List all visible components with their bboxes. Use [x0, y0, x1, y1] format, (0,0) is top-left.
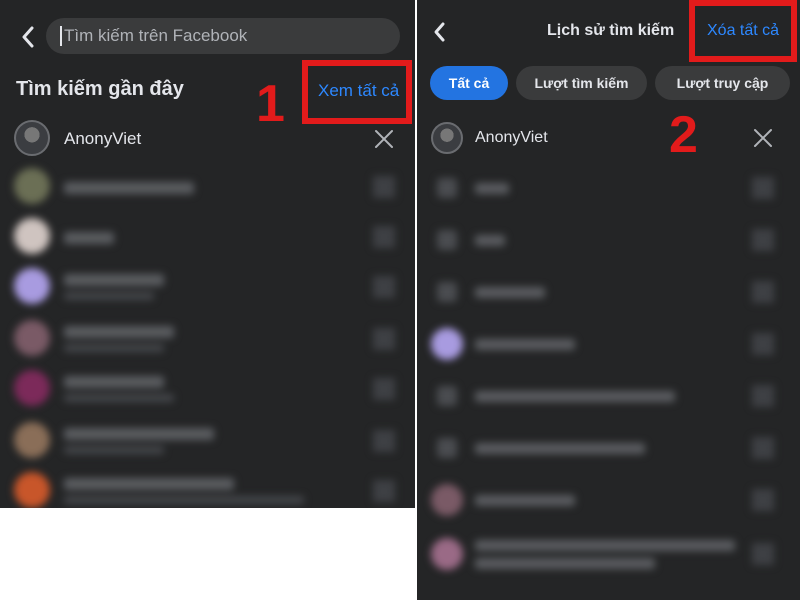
page-title: Lịch sử tìm kiếm	[547, 22, 675, 39]
redacted-text	[64, 428, 214, 440]
close-icon[interactable]	[373, 378, 395, 400]
item-name: AnonyViet	[64, 129, 142, 148]
list-item[interactable]	[417, 370, 800, 422]
back-arrow-icon[interactable]	[16, 25, 40, 49]
avatar	[14, 120, 50, 156]
list-item[interactable]	[417, 528, 800, 580]
avatar	[14, 320, 50, 356]
avatar	[431, 538, 463, 570]
redacted-text	[64, 376, 164, 388]
highlight-box	[302, 60, 412, 124]
close-icon[interactable]	[373, 480, 395, 502]
redacted-subtext	[64, 446, 164, 454]
item-name: AnonyViet	[475, 129, 548, 146]
filter-chip-all[interactable]: Tất cả	[430, 66, 508, 100]
list-item[interactable]	[417, 162, 800, 214]
list-item[interactable]	[0, 160, 415, 212]
avatar	[14, 268, 50, 304]
avatar	[431, 328, 463, 360]
back-arrow-icon[interactable]	[427, 20, 451, 44]
search-placeholder: Tìm kiếm trên Facebook	[64, 26, 248, 45]
search-icon	[437, 178, 457, 198]
list-item[interactable]	[417, 318, 800, 370]
close-icon[interactable]	[752, 489, 774, 511]
redacted-subtext	[64, 496, 304, 504]
search-history-panel: Lịch sử tìm kiếm Xóa tất cả Tất cả Lượt …	[417, 0, 800, 600]
avatar	[14, 218, 50, 254]
close-icon[interactable]	[752, 543, 774, 565]
recent-searches-panel: Tìm kiếm trên Facebook Tìm kiếm gần đây …	[0, 0, 415, 508]
redacted-subtext	[64, 394, 174, 402]
step-number: 1	[256, 75, 285, 133]
filter-chip-searches[interactable]: Lượt tìm kiếm	[516, 66, 647, 100]
search-icon	[437, 282, 457, 302]
step-number: 2	[669, 106, 698, 164]
close-icon[interactable]	[373, 226, 395, 248]
list-item[interactable]	[417, 422, 800, 474]
redacted-text	[475, 495, 575, 506]
list-item[interactable]	[0, 210, 415, 262]
close-icon[interactable]	[752, 333, 774, 355]
text-cursor	[60, 26, 62, 46]
redacted-text	[64, 478, 234, 490]
list-item[interactable]: AnonyViet	[417, 112, 800, 164]
search-icon	[437, 386, 457, 406]
close-icon[interactable]	[373, 176, 395, 198]
redacted-text	[64, 232, 114, 244]
section-title: Tìm kiếm gần đây	[16, 78, 184, 100]
redacted-subtext	[64, 292, 154, 300]
redacted-text	[64, 326, 174, 338]
redacted-subtext	[64, 344, 164, 352]
search-icon	[437, 438, 457, 458]
redacted-text	[475, 287, 545, 298]
close-icon[interactable]	[373, 328, 395, 350]
close-icon[interactable]	[373, 128, 395, 150]
screenshot-composite: Tìm kiếm trên Facebook Tìm kiếm gần đây …	[0, 0, 800, 600]
avatar	[431, 484, 463, 516]
redacted-text	[64, 274, 164, 286]
list-item[interactable]	[0, 464, 415, 508]
redacted-text	[475, 183, 509, 194]
redacted-text	[64, 182, 194, 194]
list-item[interactable]	[0, 312, 415, 364]
highlight-box	[689, 0, 797, 62]
search-icon	[437, 230, 457, 250]
redacted-text	[475, 558, 655, 569]
avatar	[14, 422, 50, 458]
avatar	[14, 472, 50, 508]
redacted-text	[475, 391, 675, 402]
close-icon[interactable]	[752, 229, 774, 251]
list-item[interactable]	[0, 260, 415, 312]
list-item[interactable]	[417, 474, 800, 526]
redacted-text	[475, 339, 575, 350]
close-icon[interactable]	[752, 385, 774, 407]
search-input[interactable]: Tìm kiếm trên Facebook	[46, 18, 400, 54]
avatar	[431, 122, 463, 154]
redacted-text	[475, 235, 505, 246]
close-icon[interactable]	[752, 177, 774, 199]
redacted-text	[475, 540, 735, 551]
avatar	[14, 370, 50, 406]
close-icon[interactable]	[373, 276, 395, 298]
list-item[interactable]	[0, 362, 415, 414]
list-item[interactable]	[0, 414, 415, 466]
avatar	[14, 168, 50, 204]
list-item[interactable]	[417, 266, 800, 318]
close-icon[interactable]	[752, 437, 774, 459]
close-icon[interactable]	[752, 127, 774, 149]
close-icon[interactable]	[373, 430, 395, 452]
redacted-text	[475, 443, 645, 454]
list-item[interactable]	[417, 214, 800, 266]
close-icon[interactable]	[752, 281, 774, 303]
filter-chip-visits[interactable]: Lượt truy cập	[655, 66, 790, 100]
